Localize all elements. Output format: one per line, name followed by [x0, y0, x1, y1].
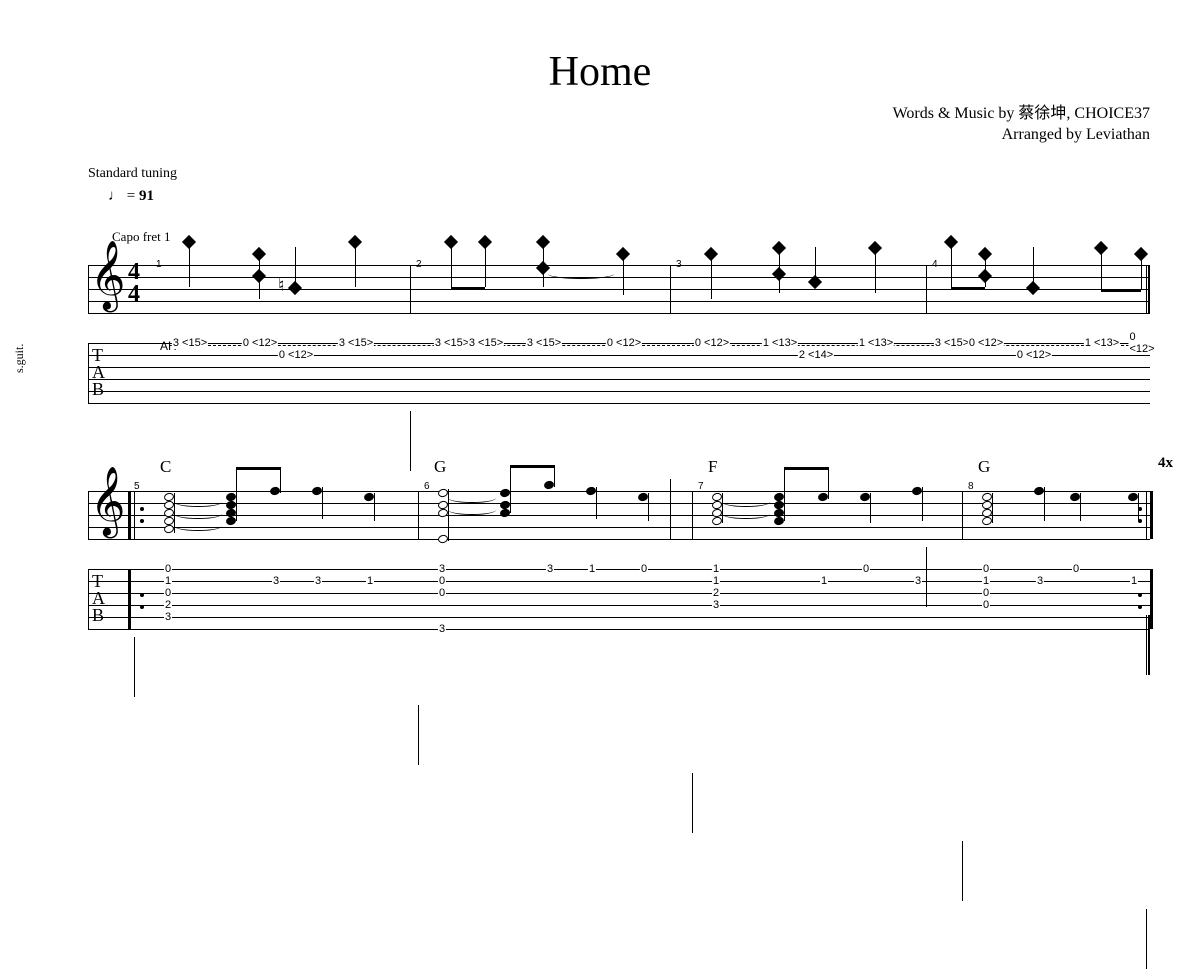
system-2: 𝄞 C G F G 5 6 7 8 4x	[40, 479, 1160, 645]
tab-fret: 1 <13>	[858, 337, 894, 349]
tab-staff-2: T A B 01023331300331011231030100301	[40, 559, 1160, 645]
tab-fret: 3 <15>	[338, 337, 374, 349]
tab-fret: 0	[1072, 563, 1080, 575]
tab-b: B	[92, 607, 106, 624]
treble-clef-icon: 𝄞	[90, 471, 125, 531]
tab-fret: 0	[164, 587, 172, 599]
tab-lines	[88, 343, 1150, 403]
tempo-indicator: ♩ = 91	[108, 188, 1200, 205]
tab-fret: 2 <14>	[798, 349, 834, 361]
timesig-top: 4	[128, 261, 140, 284]
tab-fret: 0	[438, 575, 446, 587]
bar-number: 2	[416, 259, 422, 270]
tab-fret: 3 <15>	[934, 337, 970, 349]
tab-clef-icon: T A B	[92, 347, 106, 398]
timesig-bottom: 4	[128, 283, 140, 306]
bar-number: 8	[968, 481, 974, 492]
tab-fret: 3 <15>	[172, 337, 208, 349]
tab-fret: 0 <12>	[968, 337, 1004, 349]
tab-fret: 3	[914, 575, 922, 587]
tab-fret: 0	[982, 587, 990, 599]
tab-staff-1: T A B 3 <15>0 <12>0 <12>3 <15>3 <15>3 <1…	[40, 333, 1160, 419]
tab-fret: 3	[438, 563, 446, 575]
tab-fret: 0 <12>	[1016, 349, 1052, 361]
staff-lines	[88, 265, 1150, 313]
credits-block: Words & Music by 蔡徐坤, CHOICE37 Arranged …	[0, 104, 1150, 146]
song-title: Home	[0, 48, 1200, 96]
tab-fret: 1	[712, 563, 720, 575]
tab-fret: 1	[712, 575, 720, 587]
tab-fret: 3 <15>	[434, 337, 470, 349]
system-1: s.guit. 𝄞 4 4 1 2 3 4 ♮	[40, 253, 1160, 419]
tab-fret: 3	[1036, 575, 1044, 587]
staff-notation-1: 𝄞 4 4 1 2 3 4 ♮	[40, 253, 1160, 325]
tab-fret: 0 <12>	[1128, 331, 1155, 355]
tuning-label: Standard tuning	[88, 166, 1200, 182]
chord-label: G	[434, 457, 446, 477]
bar-number: 6	[424, 481, 430, 492]
tab-fret: 3	[164, 611, 172, 623]
tab-fret: 1	[1130, 575, 1138, 587]
tab-fret: 1	[820, 575, 828, 587]
instrument-label: s.guit.	[12, 343, 27, 372]
staff-notation-2: 𝄞 C G F G 5 6 7 8 4x	[40, 479, 1160, 551]
tab-fret: 0	[640, 563, 648, 575]
chord-label: G	[978, 457, 990, 477]
repeat-start-icon	[140, 499, 144, 531]
tab-fret: 1 <13>	[1084, 337, 1120, 349]
tab-clef-icon: T A B	[92, 573, 106, 624]
bar-number: 3	[676, 259, 682, 270]
bar-number: 1	[156, 259, 162, 270]
tab-fret: 0 <12>	[694, 337, 730, 349]
tempo-note-icon: ♩	[108, 188, 123, 204]
tab-fret: 3	[272, 575, 280, 587]
time-signature: 4 4	[128, 261, 140, 307]
tab-fret: 0	[862, 563, 870, 575]
tab-fret: 0	[164, 563, 172, 575]
credits-words-music: Words & Music by 蔡徐坤, CHOICE37	[0, 104, 1150, 125]
tab-fret: 2	[164, 599, 172, 611]
treble-clef-icon: 𝄞	[90, 245, 125, 305]
tab-fret: 3	[712, 599, 720, 611]
repeat-start-icon	[140, 585, 144, 617]
tab-fret: 0 <12>	[242, 337, 278, 349]
tab-fret: 1	[588, 563, 596, 575]
tab-fret: 1	[366, 575, 374, 587]
tempo-bpm: 91	[139, 188, 154, 204]
capo-label: Capo fret 1	[112, 229, 1200, 245]
tab-fret: 1 <13>	[762, 337, 798, 349]
tab-fret: 1	[982, 575, 990, 587]
tab-fret: 3	[314, 575, 322, 587]
tab-fret: 1	[164, 575, 172, 587]
repeat-count: 4x	[1158, 455, 1173, 472]
tab-lines	[88, 569, 1150, 629]
tab-b: B	[92, 381, 106, 398]
tab-fret: 0	[982, 599, 990, 611]
tab-fret: 3 <15>	[468, 337, 504, 349]
tab-fret: 0	[438, 587, 446, 599]
tab-fret: 0 <12>	[606, 337, 642, 349]
chord-label: C	[160, 457, 171, 477]
credits-arranger: Arranged by Leviathan	[0, 125, 1150, 146]
tab-fret: 3	[546, 563, 554, 575]
natural-accidental-icon: ♮	[278, 275, 284, 296]
tab-fret: 0	[982, 563, 990, 575]
tempo-equals: =	[127, 188, 139, 204]
bar-number: 4	[932, 259, 938, 270]
tab-fret: 3	[438, 623, 446, 635]
bar-number: 7	[698, 481, 704, 492]
chord-label: F	[708, 457, 717, 477]
tab-fret: 3 <15>	[526, 337, 562, 349]
tab-fret: 0 <12>	[278, 349, 314, 361]
repeat-end-icon	[1138, 585, 1142, 617]
tab-fret: 2	[712, 587, 720, 599]
